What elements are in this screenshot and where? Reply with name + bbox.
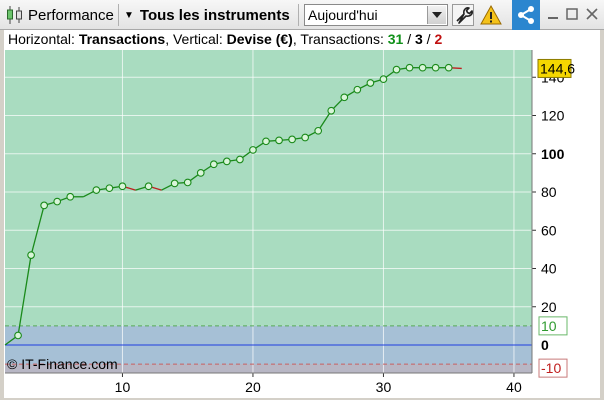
legend-v-prefix: , Vertical:	[165, 31, 227, 47]
y-tick-label: 20	[541, 299, 557, 315]
x-tick-label: 40	[506, 379, 522, 395]
data-point	[275, 136, 283, 145]
y-tick-label: 80	[541, 184, 557, 200]
data-point	[105, 184, 114, 193]
data-point	[301, 133, 310, 142]
data-point	[66, 192, 75, 201]
data-point	[209, 160, 218, 169]
neutral-trades-count: 3	[415, 31, 423, 47]
performance-chart[interactable]: 1020304020406080100120140100-10144,6	[0, 0, 604, 400]
data-point	[249, 146, 257, 154]
upper-threshold-label: 10	[541, 318, 557, 334]
data-point	[340, 93, 349, 102]
data-point	[431, 63, 440, 72]
data-point	[444, 63, 453, 72]
data-point	[40, 201, 49, 210]
profit-zone	[5, 50, 532, 326]
last-value-label: 144,6	[540, 60, 575, 76]
data-point	[379, 75, 388, 84]
data-point	[118, 182, 127, 191]
losing-trades-count: 2	[434, 31, 443, 47]
data-point	[262, 137, 270, 146]
data-point	[288, 135, 296, 144]
data-point	[327, 106, 336, 115]
x-tick-label: 30	[376, 379, 392, 395]
data-point	[170, 179, 179, 188]
data-point	[405, 63, 414, 72]
data-point	[314, 126, 323, 135]
winning-trades-count: 31	[387, 31, 404, 47]
data-point	[14, 331, 22, 340]
data-point	[366, 79, 375, 87]
y-tick-label: 40	[541, 261, 557, 277]
data-point	[196, 169, 205, 177]
data-point	[27, 251, 35, 259]
lower-threshold-label: -10	[541, 360, 561, 376]
legend-h-value: Transactions	[78, 31, 166, 47]
y-tick-label: 60	[541, 222, 557, 238]
data-point	[353, 85, 362, 94]
x-tick-label: 20	[245, 379, 261, 395]
data-point	[418, 63, 427, 72]
x-tick-label: 10	[115, 379, 131, 395]
data-point	[53, 197, 62, 206]
chart-legend: Horizontal: Transactions, Vertical: Devi…	[8, 31, 442, 49]
legend-separator: /	[422, 31, 435, 47]
data-point	[223, 157, 231, 166]
legend-separator: /	[403, 31, 415, 47]
y-tick-label: 120	[541, 108, 565, 124]
zero-label: 0	[541, 337, 549, 353]
data-point	[236, 155, 244, 164]
data-point	[392, 65, 401, 74]
legend-v-value: Devise (€)	[226, 31, 293, 47]
data-point	[92, 186, 101, 194]
legend-t-prefix: , Transactions:	[292, 31, 388, 47]
copyright: © IT-Finance.com	[7, 356, 118, 372]
y-tick-label: 100	[541, 146, 565, 162]
data-point	[183, 178, 192, 187]
legend-h-prefix: Horizontal:	[8, 31, 79, 47]
data-point	[144, 182, 153, 191]
